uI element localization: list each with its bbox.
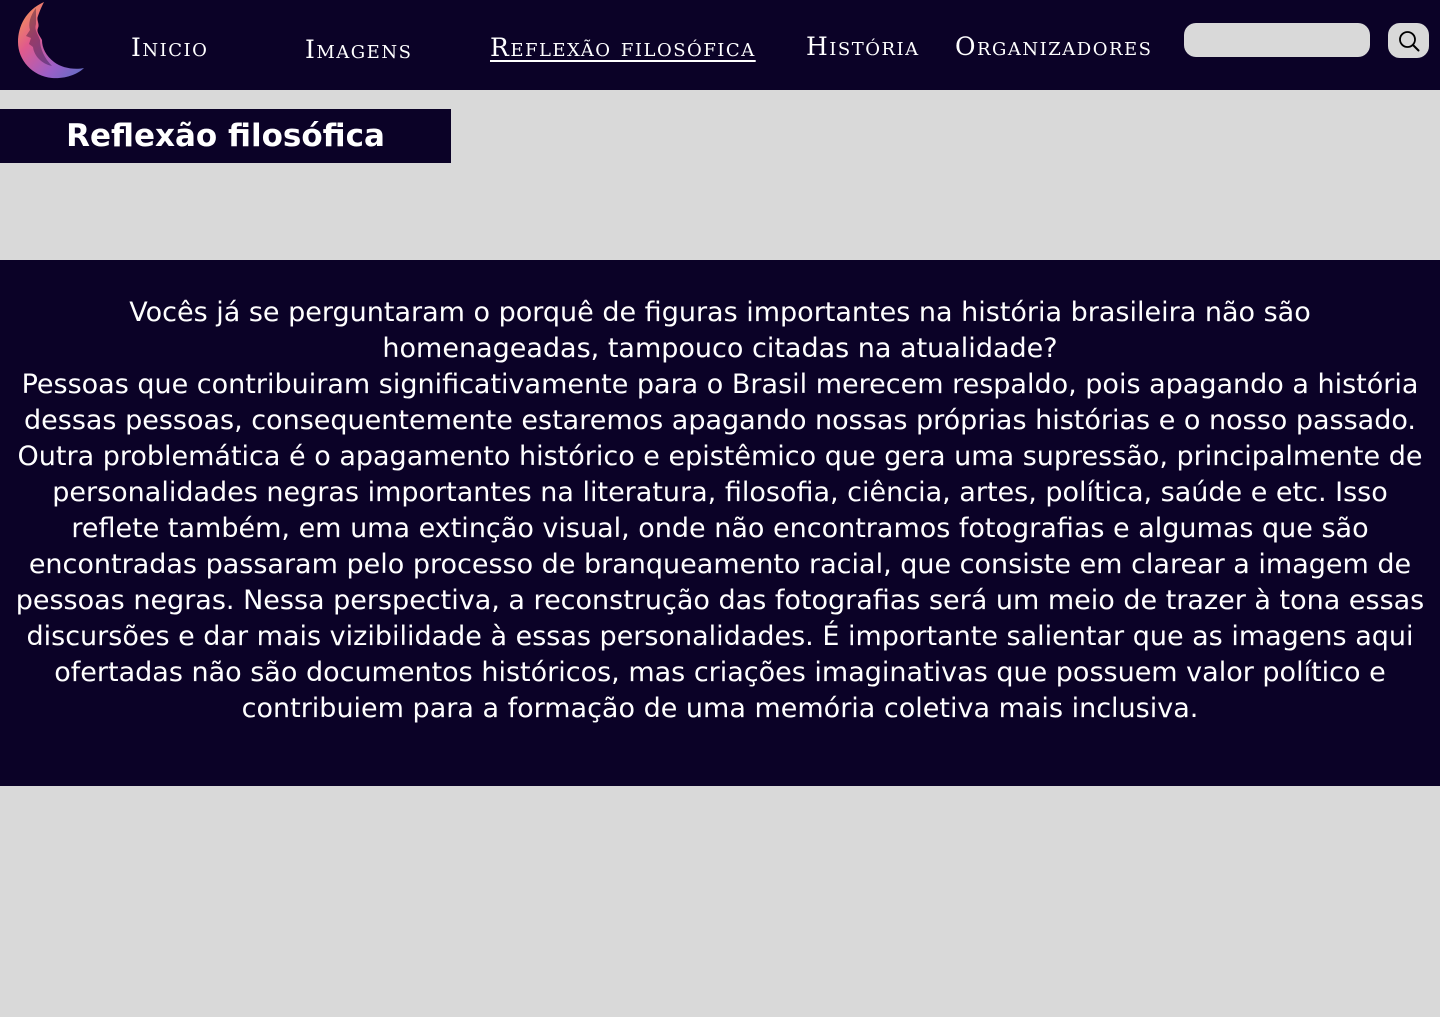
- reflection-body: Pessoas que contribuiram significativame…: [15, 369, 1425, 724]
- reflection-question: Vocês já se perguntaram o porquê de figu…: [129, 297, 1311, 364]
- nav-item-reflexao-filosofica[interactable]: Reflexão filosófica: [490, 33, 756, 63]
- nav-item-inicio[interactable]: Inicio: [131, 33, 208, 63]
- search-button[interactable]: [1388, 23, 1429, 58]
- site-logo-icon[interactable]: [12, 0, 90, 82]
- nav-item-organizadores[interactable]: Organizadores: [955, 32, 1153, 62]
- page-title: Reflexão filosófica: [0, 109, 451, 163]
- top-navbar: Inicio Imagens Reflexão filosófica Histó…: [0, 0, 1440, 90]
- search-input[interactable]: [1184, 23, 1370, 57]
- reflection-text: Vocês já se perguntaram o porquê de figu…: [0, 295, 1440, 727]
- nav-item-historia[interactable]: História: [806, 32, 920, 62]
- nav-item-imagens[interactable]: Imagens: [305, 35, 412, 65]
- search-icon: [1398, 30, 1420, 52]
